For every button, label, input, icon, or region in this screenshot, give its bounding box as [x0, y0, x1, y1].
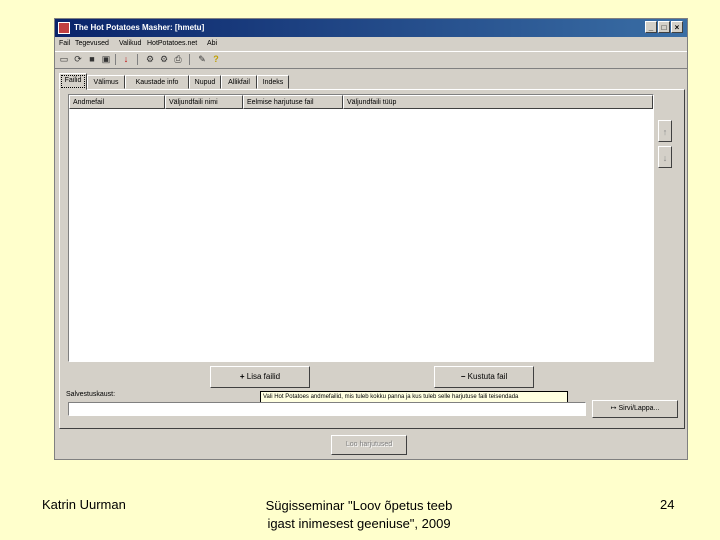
footer-event-line-2: igast inimesest geeniuse", 2009: [267, 516, 451, 531]
browse-label: Sirvi/Lappa...: [618, 405, 660, 412]
column-header-andmefail[interactable]: Andmefail: [69, 95, 165, 109]
output-folder-label: Salvestuskaust:: [66, 391, 116, 398]
build-all-icon[interactable]: ⚙: [159, 54, 169, 64]
footer-page-number: 24: [660, 497, 675, 512]
add-files-button[interactable]: + Lisa failid: [210, 366, 310, 388]
toolbar: ▭ ⟳ ■ ▣ ↓ ⚙ ⚙ ⎙ ✎ ?: [55, 51, 687, 69]
maximize-button[interactable]: □: [658, 21, 670, 33]
tab-indeks[interactable]: Indeks: [257, 75, 289, 89]
add-icon[interactable]: ↓: [121, 54, 131, 64]
tab-valimus[interactable]: Välimus: [87, 75, 125, 89]
add-files-label: Lisa failid: [246, 372, 281, 381]
title-bar[interactable]: The Hot Potatoes Masher: [hmetu] _ □ ×: [55, 19, 687, 37]
menu-tegevused[interactable]: Tegevused: [75, 37, 109, 51]
toolbar-separator: [137, 54, 138, 65]
browse-icon: ↦: [610, 405, 617, 412]
column-headers: Andmefail Väljundfaili nimi Eelmise harj…: [69, 95, 653, 109]
menu-bar: Fail Tegevused Valikud HotPotatoes.net A…: [55, 37, 687, 51]
save-as-icon[interactable]: ▣: [101, 54, 111, 64]
window-controls: _ □ ×: [645, 21, 683, 33]
footer-event-line-1: Sügisseminar "Loov õpetus teeb: [265, 498, 453, 513]
output-folder-input[interactable]: [68, 402, 586, 416]
masher-window: The Hot Potatoes Masher: [hmetu] _ □ × F…: [54, 18, 688, 460]
minimize-button[interactable]: _: [645, 21, 657, 33]
close-button[interactable]: ×: [671, 21, 683, 33]
menu-valikud[interactable]: Valikud: [119, 37, 141, 51]
web-icon[interactable]: ✎: [197, 54, 207, 64]
footer-event: Sügisseminar "Loov õpetus teeb igast ini…: [230, 497, 488, 533]
tab-failid[interactable]: Failid: [59, 73, 87, 90]
minus-icon: −: [460, 372, 466, 381]
browse-button[interactable]: ↦ Sirvi/Lappa...: [592, 400, 678, 418]
open-icon[interactable]: ⟳: [73, 54, 83, 64]
hot-potatoes-app-icon: [58, 22, 70, 34]
column-header-output-type[interactable]: Väljundfaili tüüp: [343, 95, 653, 109]
move-down-button[interactable]: ↓: [658, 146, 672, 168]
plus-icon: +: [239, 372, 245, 381]
remove-file-button[interactable]: − Kustuta fail: [434, 366, 534, 388]
column-header-previous-file[interactable]: Eelmise harjutuse fail: [243, 95, 343, 109]
column-header-output-name[interactable]: Väljundfaili nimi: [165, 95, 243, 109]
toolbar-separator: [189, 54, 190, 65]
tab-kaustade-info[interactable]: Kaustade info: [125, 75, 189, 89]
menu-abi[interactable]: Abi: [207, 37, 217, 51]
help-icon[interactable]: ?: [211, 54, 221, 64]
file-list[interactable]: Andmefail Väljundfaili nimi Eelmise harj…: [68, 94, 654, 362]
toolbar-separator: [115, 54, 116, 65]
window-title: The Hot Potatoes Masher: [hmetu]: [74, 23, 205, 32]
save-icon[interactable]: ■: [87, 54, 97, 64]
footer-author: Katrin Uurman: [42, 497, 126, 512]
export-icon[interactable]: ⎙: [173, 54, 183, 64]
menu-fail[interactable]: Fail: [59, 37, 70, 51]
menu-hotpotatoes-net[interactable]: HotPotatoes.net: [147, 37, 197, 51]
move-up-button[interactable]: ↑: [658, 120, 672, 142]
build-exercises-button[interactable]: Loo harjutused: [331, 435, 407, 455]
new-icon[interactable]: ▭: [59, 54, 69, 64]
tab-nupud[interactable]: Nupud: [189, 75, 221, 89]
remove-file-label: Kustuta fail: [467, 372, 508, 381]
files-panel: Andmefail Väljundfaili nimi Eelmise harj…: [59, 89, 685, 429]
tab-allikfail[interactable]: Allikfail: [221, 75, 257, 89]
build-icon[interactable]: ⚙: [145, 54, 155, 64]
